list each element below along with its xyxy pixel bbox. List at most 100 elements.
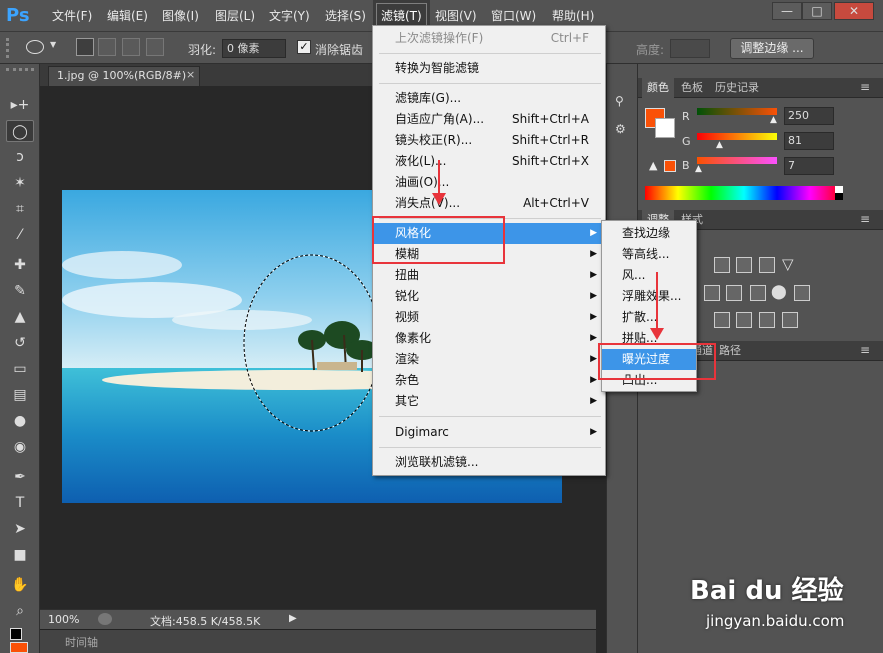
- gradient-map-icon[interactable]: [782, 312, 798, 328]
- submenu-item-emboss[interactable]: 浮雕效果...: [602, 286, 696, 307]
- close-button[interactable]: ✕: [834, 2, 874, 20]
- restore-button[interactable]: □: [802, 2, 832, 20]
- tab-paths[interactable]: 路径: [714, 341, 746, 361]
- panel-menu-icon[interactable]: ≡: [860, 212, 870, 226]
- blue-value-input[interactable]: 7: [784, 157, 834, 175]
- history-panel-icon[interactable]: ⚲: [615, 94, 624, 108]
- type-tool-icon[interactable]: T: [6, 492, 34, 514]
- submenu-item-find-edges[interactable]: 查找边缘: [602, 223, 696, 244]
- red-value-input[interactable]: 250: [784, 107, 834, 125]
- menu-file[interactable]: 文件(F): [52, 0, 92, 32]
- red-slider-handle-icon[interactable]: ▲: [770, 115, 777, 125]
- green-slider-handle-icon[interactable]: ▲: [716, 140, 723, 150]
- zoom-tool-icon[interactable]: ⌕: [6, 600, 34, 622]
- menu-select[interactable]: 选择(S): [325, 0, 366, 32]
- gamut-warning-icon[interactable]: ▲: [649, 159, 657, 172]
- status-info-icon[interactable]: [98, 613, 112, 625]
- panel-menu-icon[interactable]: ≡: [860, 343, 870, 357]
- levels-icon[interactable]: [714, 257, 730, 273]
- threshold-icon[interactable]: [759, 312, 775, 328]
- minimize-button[interactable]: —: [772, 2, 802, 20]
- elliptical-marquee-tool-icon[interactable]: ◯: [6, 120, 34, 142]
- refine-edge-button[interactable]: 调整边缘 ...: [730, 38, 814, 59]
- foreground-color-swatch[interactable]: [10, 642, 28, 653]
- document-tab[interactable]: 1.jpg @ 100%(RGB/8#): [48, 66, 200, 86]
- color-balance-icon[interactable]: [704, 285, 720, 301]
- move-tool-icon[interactable]: ▸+: [6, 94, 34, 116]
- timeline-tab[interactable]: 时间轴: [65, 634, 98, 650]
- tool-preset-chevron-icon[interactable]: ▼: [50, 40, 56, 49]
- exposure-icon[interactable]: [759, 257, 775, 273]
- red-slider[interactable]: [697, 108, 777, 115]
- menu-item-convert-smart-filter[interactable]: 转换为智能滤镜: [373, 58, 605, 79]
- menu-item-adaptive-wide-angle[interactable]: 自适应广角(A)... Shift+Ctrl+A: [373, 109, 605, 130]
- path-selection-tool-icon[interactable]: ➤: [6, 518, 34, 540]
- blue-slider-handle-icon[interactable]: ▲: [695, 164, 702, 174]
- eyedropper-tool-icon[interactable]: ⁄: [6, 224, 34, 246]
- color-spectrum-bar[interactable]: [645, 186, 843, 200]
- menu-item-lens-correction[interactable]: 镜头校正(R)... Shift+Ctrl+R: [373, 130, 605, 151]
- vibrance-icon[interactable]: ▽: [782, 255, 794, 273]
- menu-type[interactable]: 文字(Y): [269, 0, 310, 32]
- menu-item-oil-paint[interactable]: 油画(O)...: [373, 172, 605, 193]
- blue-slider[interactable]: [697, 157, 777, 164]
- feather-input[interactable]: 0 像素: [222, 39, 286, 58]
- green-value-input[interactable]: 81: [784, 132, 834, 150]
- close-tab-icon[interactable]: ×: [186, 68, 195, 81]
- spectrum-black-swatch[interactable]: [835, 193, 843, 200]
- invert-icon[interactable]: [714, 312, 730, 328]
- submenu-item-diffuse[interactable]: 扩散...: [602, 307, 696, 328]
- eraser-tool-icon[interactable]: ▭: [6, 358, 34, 380]
- web-safe-color-icon[interactable]: [664, 160, 676, 172]
- menu-item-digimarc[interactable]: Digimarc ▶: [373, 422, 605, 443]
- default-colors-icon[interactable]: [10, 628, 22, 640]
- blur-tool-icon[interactable]: ●: [6, 410, 34, 432]
- magic-wand-tool-icon[interactable]: ✶: [6, 172, 34, 194]
- height-input[interactable]: [670, 39, 710, 58]
- healing-brush-tool-icon[interactable]: ✚: [6, 254, 34, 276]
- menu-item-pixelate[interactable]: 像素化 ▶: [373, 328, 605, 349]
- hand-tool-icon[interactable]: ✋: [6, 574, 34, 596]
- subtract-selection-icon[interactable]: [122, 38, 140, 56]
- menu-item-filter-gallery[interactable]: 滤镜库(G)...: [373, 88, 605, 109]
- spectrum-white-swatch[interactable]: [835, 186, 843, 193]
- menu-edit[interactable]: 编辑(E): [107, 0, 148, 32]
- menu-item-vanishing-point[interactable]: 消失点(V)... Alt+Ctrl+V: [373, 193, 605, 214]
- status-menu-arrow-icon[interactable]: ▶: [289, 613, 297, 624]
- menu-image[interactable]: 图像(I): [162, 0, 199, 32]
- new-selection-icon[interactable]: [76, 38, 94, 56]
- elliptical-marquee-icon[interactable]: [26, 40, 44, 54]
- submenu-item-wind[interactable]: 风...: [602, 265, 696, 286]
- menu-item-browse-filters-online[interactable]: 浏览联机滤镜...: [373, 452, 605, 473]
- add-selection-icon[interactable]: [98, 38, 116, 56]
- menu-item-render[interactable]: 渲染 ▶: [373, 349, 605, 370]
- green-slider[interactable]: [697, 133, 777, 140]
- intersect-selection-icon[interactable]: [146, 38, 164, 56]
- dodge-tool-icon[interactable]: ◉: [6, 436, 34, 458]
- tool-presets-panel-icon[interactable]: ⚙: [615, 122, 626, 136]
- menu-item-noise[interactable]: 杂色 ▶: [373, 370, 605, 391]
- menu-item-sharpen[interactable]: 锐化 ▶: [373, 286, 605, 307]
- clone-stamp-tool-icon[interactable]: ▲: [6, 306, 34, 328]
- menu-item-distort[interactable]: 扭曲 ▶: [373, 265, 605, 286]
- channel-mixer-icon[interactable]: ⬤: [771, 284, 787, 300]
- crop-tool-icon[interactable]: ⌗: [6, 198, 34, 220]
- zoom-level[interactable]: 100%: [48, 613, 79, 626]
- background-color-box[interactable]: [655, 118, 675, 138]
- panel-menu-icon[interactable]: ≡: [860, 80, 870, 94]
- menu-item-liquify[interactable]: 液化(L)... Shift+Ctrl+X: [373, 151, 605, 172]
- tab-history[interactable]: 历史记录: [710, 78, 764, 98]
- menu-layer[interactable]: 图层(L): [215, 0, 255, 32]
- pen-tool-icon[interactable]: ✒: [6, 466, 34, 488]
- history-brush-tool-icon[interactable]: ↺: [6, 332, 34, 354]
- posterize-icon[interactable]: [736, 312, 752, 328]
- curves-icon[interactable]: [736, 257, 752, 273]
- menu-item-video[interactable]: 视频 ▶: [373, 307, 605, 328]
- tab-swatches[interactable]: 色板: [676, 78, 708, 98]
- gradient-tool-icon[interactable]: ▤: [6, 384, 34, 406]
- color-lookup-icon[interactable]: [794, 285, 810, 301]
- brush-tool-icon[interactable]: ✎: [6, 280, 34, 302]
- photo-filter-icon[interactable]: [750, 285, 766, 301]
- submenu-item-trace-contour[interactable]: 等高线...: [602, 244, 696, 265]
- tab-color[interactable]: 颜色: [642, 78, 674, 98]
